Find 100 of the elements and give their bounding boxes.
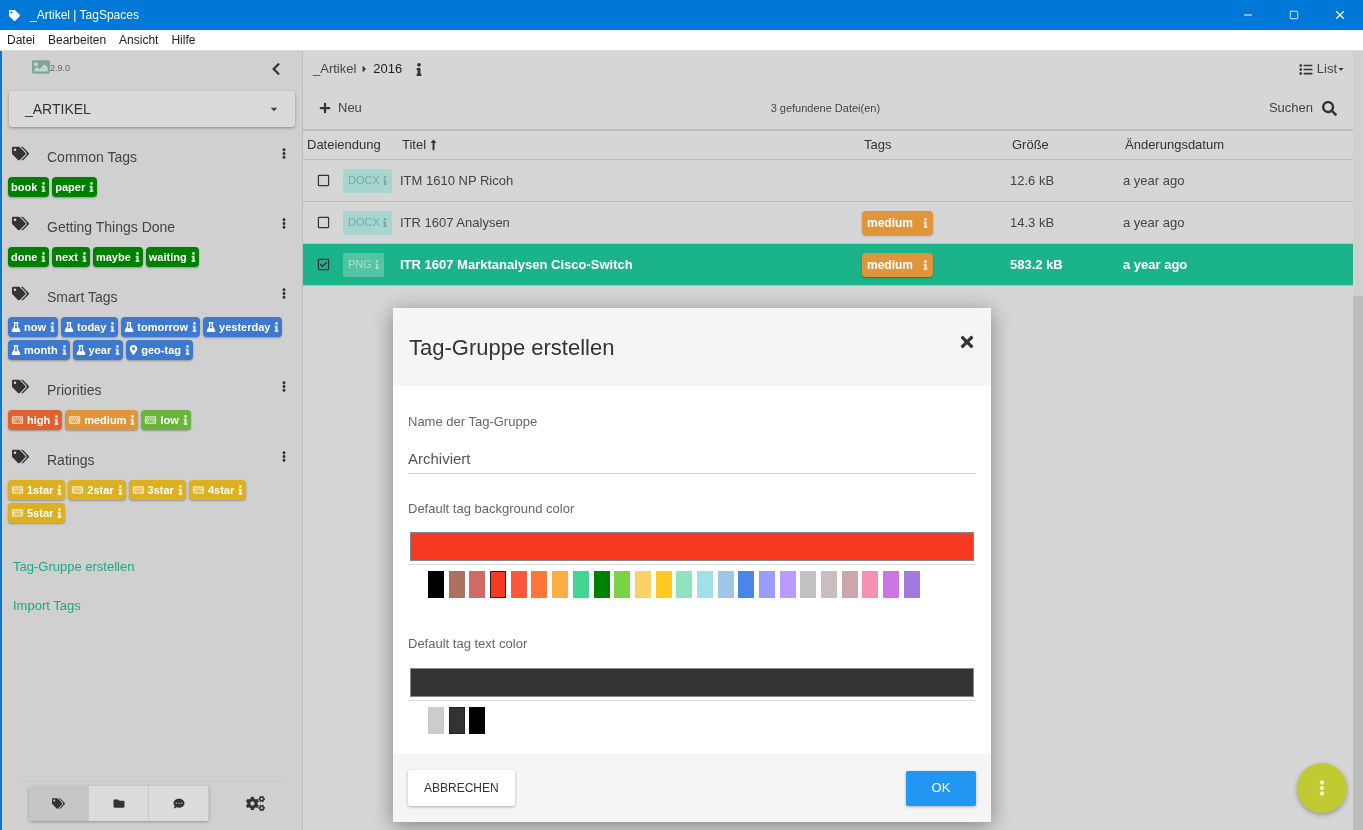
close-icon[interactable] [959,333,975,351]
color-swatch[interactable] [448,706,465,734]
checkbox[interactable] [317,258,330,271]
more-icon[interactable] [282,449,286,463]
color-swatch[interactable] [821,571,838,598]
color-swatch[interactable] [593,571,610,598]
color-swatch[interactable] [779,571,796,598]
color-swatch[interactable] [469,706,486,734]
flask-icon [11,345,21,355]
color-swatch[interactable] [490,571,507,598]
tag-chip[interactable]: maybe [92,247,143,267]
more-icon[interactable] [282,216,286,230]
breadcrumb-item[interactable]: 2016 [373,59,403,79]
color-swatch[interactable] [759,571,775,598]
file-row[interactable]: PNG ITR 1607 Marktanalysen Cisco-Switch medium 583.2 kB a year ago [303,244,1353,286]
search-button[interactable]: Suchen [1268,98,1337,118]
color-swatch[interactable] [510,571,527,598]
color-swatch[interactable] [903,571,920,598]
more-icon [1319,778,1325,798]
color-swatch[interactable] [552,571,569,598]
sidebar-tab[interactable] [29,785,89,821]
more-icon[interactable] [282,146,286,160]
color-swatch[interactable] [800,571,817,598]
color-swatch[interactable] [738,571,755,598]
tag-chip[interactable]: book [8,177,50,197]
tag-chip[interactable]: today [61,317,119,337]
color-swatch[interactable] [634,571,651,598]
checkbox[interactable] [317,216,330,229]
keyboard-icon [131,485,145,495]
tag-label: year [88,342,112,358]
tag-chip[interactable]: high [8,410,63,430]
color-swatch[interactable] [448,571,465,598]
menu-item[interactable]: Ansicht [119,31,159,49]
color-swatch[interactable] [469,571,486,598]
tag-chip[interactable]: year [72,340,124,360]
tag-group-title[interactable]: Common Tags [47,146,282,168]
tag-chip[interactable]: waiting [145,247,199,267]
color-swatch[interactable] [696,571,713,598]
menu-item[interactable]: Hilfe [171,31,196,49]
scrollbar[interactable] [1353,296,1363,830]
color-swatch[interactable] [655,571,672,598]
new-button[interactable]: Neu [319,98,362,118]
more-icon[interactable] [282,379,286,393]
list-icon [1298,62,1313,76]
color-swatch[interactable] [428,571,444,598]
input-field[interactable]: Archiviert [408,447,976,474]
info-icon [238,485,244,495]
ok-button[interactable]: OK [906,770,976,806]
sidebar-tab[interactable] [89,785,149,821]
column-header[interactable]: Größe [1012,135,1049,155]
info-icon [192,322,198,332]
tag-chip[interactable]: month [8,340,70,360]
color-swatch[interactable] [862,571,879,598]
tag-group-title[interactable]: Ratings [47,449,282,471]
tag-label: book [11,179,38,195]
color-swatch[interactable] [428,706,444,734]
checkbox[interactable] [317,174,330,187]
color-swatch[interactable] [841,571,858,598]
tag-chip[interactable]: yesterday [203,317,283,337]
chat-icon [172,797,185,809]
color-swatch[interactable] [531,571,548,598]
color-swatch[interactable] [614,571,631,598]
color-swatch[interactable] [572,571,589,598]
more-icon[interactable] [282,286,286,300]
menu-item[interactable]: Datei [7,31,35,49]
file-size: 583.2 kB [1010,255,1064,274]
color-swatch[interactable] [676,571,693,598]
tag-chip[interactable]: now [8,317,58,337]
tag-chip[interactable]: paper [52,177,98,197]
column-header[interactable]: Tags [864,135,892,155]
tag-chip[interactable]: tomorrow [121,317,201,337]
tag-chip[interactable]: geo-tag [126,340,193,360]
tag-label: 4star [207,482,235,498]
color-swatch[interactable] [883,571,900,598]
tag-group-title[interactable]: Smart Tags [47,286,282,308]
settings-icon[interactable] [246,794,265,812]
tag-chip[interactable]: next [52,247,90,267]
color-swatch[interactable] [717,571,734,598]
map-pin-icon [129,345,139,355]
view-toggle[interactable]: List [1298,59,1345,79]
tag-label: low [160,412,179,428]
search-icon [1322,100,1337,116]
tag-chip[interactable]: done [8,247,50,267]
sidebar-tab[interactable] [149,785,209,821]
column-header[interactable]: Dateiendung [307,135,381,155]
collapse-icon[interactable] [270,62,282,76]
tag-group-title[interactable]: Priorities [47,379,282,401]
info-icon [41,252,47,262]
menu-item[interactable]: Bearbeiten [48,31,107,49]
column-header[interactable]: Titel [402,135,427,155]
cancel-button[interactable]: ABBRECHEN [408,770,515,806]
breadcrumb-item[interactable]: _Artikel [313,59,357,79]
info-icon[interactable] [416,62,423,76]
column-header[interactable]: Änderungsdatum [1125,135,1224,155]
location-dropdown[interactable]: _ARTIKEL [9,91,295,127]
info-icon [382,176,387,185]
tag-group-title[interactable]: Getting Things Done [47,216,282,238]
version-label: 2.9.0 [50,62,71,75]
file-title: ITR 1607 Marktanalysen Cisco-Switch [400,255,634,274]
close-icon [1333,8,1347,22]
